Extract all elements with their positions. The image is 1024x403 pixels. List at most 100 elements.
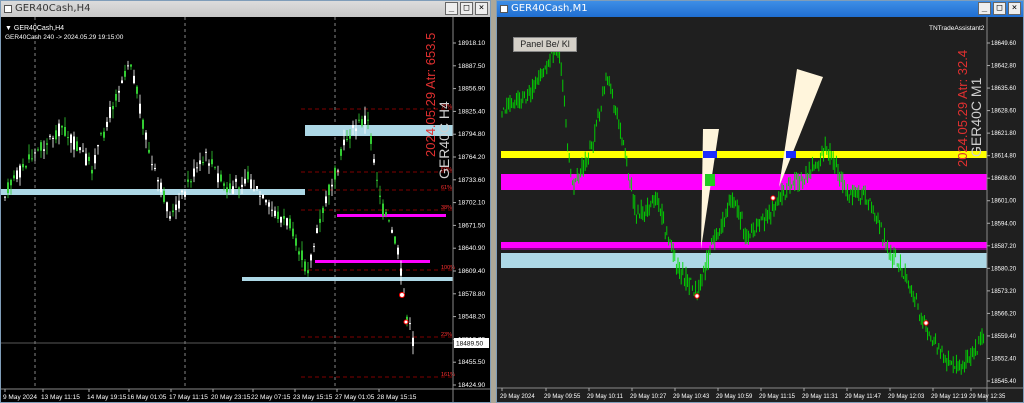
time-label: 14 May 19:15: [87, 394, 127, 401]
zone-magenta: [337, 214, 446, 217]
candle-body: [181, 190, 183, 193]
candle-body: [256, 186, 258, 189]
candle-body: [394, 236, 396, 244]
time-label: 29 May 10:27: [630, 394, 667, 400]
candle-body: [373, 159, 375, 163]
window-titlebar[interactable]: GER40Cash,H4 _ □ ×: [1, 1, 490, 17]
fib-level-label: 61%: [441, 185, 452, 191]
time-label: 13 May 11:15: [41, 394, 80, 401]
minimize-button[interactable]: _: [978, 2, 991, 15]
candle-body: [28, 154, 30, 160]
chart-window-icon: [500, 5, 508, 13]
candle-body: [79, 147, 81, 151]
candle-body: [310, 254, 312, 261]
candle-body: [235, 178, 237, 182]
zone-yellow: [501, 151, 987, 158]
chart-window-h4[interactable]: GER40Cash,H4 _ □ × ▼ GER40Cash,H4 GER40C…: [0, 0, 491, 403]
candle-body: [295, 238, 297, 246]
price-label: 18702.10: [458, 200, 485, 207]
close-button[interactable]: ×: [1008, 2, 1021, 15]
candle-body: [55, 130, 57, 140]
candle-body: [253, 189, 255, 191]
candle-body: [244, 178, 246, 184]
price-label: 18566.20: [991, 311, 1017, 317]
signal-marker: [770, 195, 776, 201]
candle-body: [277, 211, 279, 220]
candle-body: [265, 199, 267, 203]
candle-body: [64, 127, 66, 136]
candle-body: [316, 228, 318, 234]
fib-level-label: 38%: [441, 205, 452, 211]
price-label: 18628.60: [991, 109, 1017, 115]
time-label: 20 May 23:15: [211, 394, 251, 401]
candle-body: [31, 158, 33, 160]
candle-body: [388, 220, 390, 222]
price-label: 18671.50: [458, 222, 485, 229]
candle-body: [133, 75, 135, 84]
candle-body: [214, 166, 216, 168]
info-line: GER40Cash 240 -> 2024.05.29 19:15:00: [5, 34, 124, 41]
wedge-marker-blue: [703, 151, 717, 158]
candle-body: [412, 337, 414, 347]
price-label: 18614.80: [991, 154, 1017, 160]
time-label: 29 May 11:15: [759, 394, 796, 400]
price-label: 18733.60: [458, 177, 485, 184]
time-label: 27 May 01:05: [335, 394, 375, 401]
candle-body: [118, 90, 120, 93]
price-label: 18825.40: [458, 108, 485, 115]
candle-body: [397, 247, 399, 255]
candle-body: [49, 135, 51, 137]
price-chart-m1[interactable]: TNTradeAssistant2 18649.60 18642.80 18635.…: [497, 17, 1024, 403]
watermark-symbol: GER40C M1: [968, 77, 984, 157]
candle-body: [172, 210, 174, 213]
candle-body: [199, 160, 201, 165]
candle-body: [61, 125, 63, 128]
maximize-button[interactable]: □: [993, 2, 1006, 15]
candle-body: [151, 164, 153, 166]
candle-body: [220, 174, 222, 182]
chart-window-m1[interactable]: GER40Cash,M1 _ □ × TNTradeAssistant2 186…: [496, 0, 1024, 403]
candle-body: [376, 179, 378, 181]
time-label: 29 May 10:43: [673, 394, 710, 400]
candle-body: [148, 149, 150, 153]
zone-magenta: [315, 260, 430, 263]
candle-body: [52, 137, 54, 139]
candle-body: [127, 65, 129, 67]
price-label: 18559.40: [991, 334, 1017, 340]
time-label: 29 May 09:55: [544, 394, 581, 400]
candle-body: [10, 179, 12, 186]
candle-body: [103, 131, 105, 138]
zone-cyan: [501, 253, 987, 268]
candle-body: [43, 149, 45, 151]
maximize-button[interactable]: □: [460, 2, 473, 15]
time-label: 16 May 01:05: [127, 394, 167, 401]
candle-body: [142, 119, 144, 129]
candle-body: [67, 137, 69, 139]
price-label: 18621.80: [991, 131, 1017, 137]
minimize-button[interactable]: _: [445, 2, 458, 15]
price-chart-h4[interactable]: ▼ GER40Cash,H4 GER40Cash 240 -> 2024.05.…: [1, 17, 491, 403]
indicator-label: TNTradeAssistant2: [929, 25, 985, 32]
angle-wedge: [779, 69, 823, 187]
candle-body: [328, 184, 330, 196]
candle-body: [190, 181, 192, 183]
candle-body: [58, 123, 60, 137]
time-label: 29 May 12:35: [969, 394, 1006, 400]
candle-body: [274, 210, 276, 217]
time-label: 23 May 15:15: [293, 394, 333, 401]
candle-body: [178, 200, 180, 209]
candle-body: [82, 150, 84, 152]
close-button[interactable]: ×: [475, 2, 488, 15]
candle-body: [232, 186, 234, 194]
price-label: 18552.40: [991, 356, 1017, 362]
candle-body: [7, 182, 9, 194]
signal-marker: [923, 320, 929, 326]
window-titlebar[interactable]: GER40Cash,M1 _ □ ×: [497, 1, 1023, 17]
price-label: 18545.40: [991, 379, 1017, 385]
candle-body: [223, 183, 225, 186]
price-label: 18635.60: [991, 86, 1017, 92]
time-label: 29 May 10:11: [587, 394, 624, 400]
candle-body: [25, 166, 27, 168]
panel-button[interactable]: Panel Be/ Kl: [513, 37, 577, 52]
time-label: 29 May 2024: [500, 394, 535, 400]
